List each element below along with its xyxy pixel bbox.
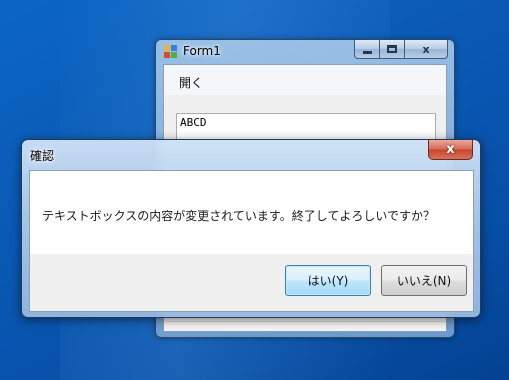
form1-title: Form1 — [183, 44, 221, 58]
message-area: テキストボックスの内容が変更されています。終了してよろしいですか？ — [30, 171, 473, 254]
form1-caption-buttons: x — [354, 40, 448, 59]
dialog-title: 確認 — [30, 149, 55, 163]
dialog-close-button[interactable]: x — [428, 140, 473, 160]
close-icon: x — [446, 142, 455, 157]
status-strip — [164, 321, 446, 331]
dialog-client-area: テキストボックスの内容が変更されています。終了してよろしいですか？ はい(Y) … — [29, 170, 474, 312]
minimize-icon — [362, 50, 372, 54]
form1-close-button[interactable]: x — [405, 40, 448, 59]
close-icon: x — [422, 42, 430, 56]
confirm-dialog: 確認 x テキストボックスの内容が変更されています。終了してよろしいですか？ は… — [21, 139, 481, 318]
form-app-icon — [164, 45, 178, 59]
maximize-icon — [387, 45, 397, 53]
minimize-button[interactable] — [354, 40, 380, 59]
yes-button[interactable]: はい(Y) — [285, 265, 371, 296]
dialog-titlebar[interactable]: 確認 x — [22, 140, 480, 168]
maximize-button[interactable] — [380, 40, 405, 59]
menu-item-open[interactable]: 開く — [179, 74, 203, 91]
no-button[interactable]: いいえ(N) — [381, 265, 467, 296]
menu-bar: 開く — [164, 65, 446, 95]
dialog-message: テキストボックスの内容が変更されています。終了してよろしいですか？ — [42, 209, 436, 223]
form1-titlebar[interactable]: Form1 x — [156, 40, 454, 64]
